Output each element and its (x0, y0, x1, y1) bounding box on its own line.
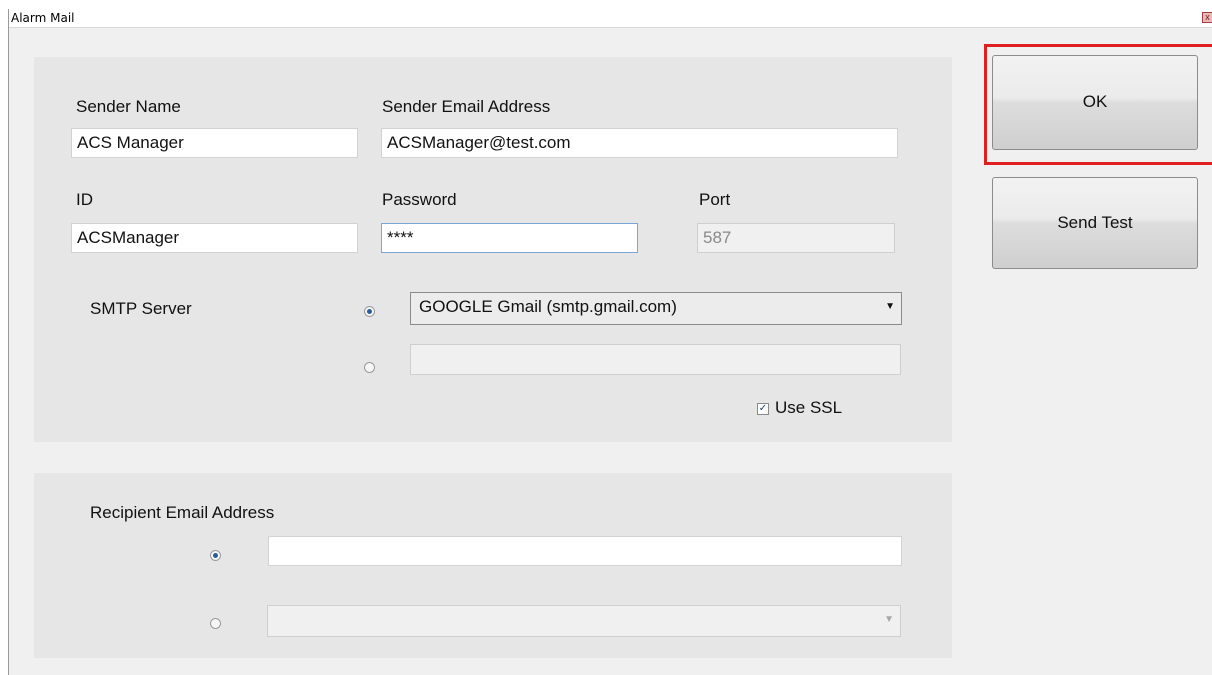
port-label: Port (699, 190, 731, 209)
recipient-email-field[interactable] (268, 536, 902, 566)
use-ssl-label: Use SSL (775, 398, 843, 417)
send-test-button[interactable]: Send Test (992, 177, 1198, 269)
smtp-server-dropdown[interactable]: GOOGLE Gmail (smtp.gmail.com) ▼ (410, 292, 902, 325)
recipient-panel: Recipient Email Address ▼ (34, 473, 952, 658)
sender-name-field[interactable]: ACS Manager (71, 128, 358, 158)
chevron-down-icon: ▼ (884, 614, 894, 625)
use-ssl-checkbox[interactable]: ✓ (757, 403, 769, 415)
sender-settings-panel: Sender Name ACS Manager Sender Email Add… (34, 57, 952, 442)
smtp-server-value: GOOGLE Gmail (smtp.gmail.com) (419, 297, 677, 316)
smtp-custom-field[interactable] (410, 344, 901, 375)
id-field[interactable]: ACSManager (71, 223, 358, 253)
sender-email-field[interactable]: ACSManager@test.com (381, 128, 898, 158)
close-icon[interactable]: x (1202, 12, 1212, 23)
password-label: Password (382, 190, 457, 209)
sender-email-label: Sender Email Address (382, 97, 551, 116)
ok-button[interactable]: OK (992, 55, 1198, 150)
alarm-mail-window: Alarm Mail x Sender Name ACS Manager Sen… (8, 9, 1212, 675)
smtp-custom-radio[interactable] (364, 362, 375, 373)
recipient-label: Recipient Email Address (90, 503, 275, 522)
sender-name-label: Sender Name (76, 97, 181, 116)
id-label: ID (76, 190, 93, 209)
recipient-list-radio[interactable] (210, 618, 221, 629)
port-field[interactable]: 587 (697, 223, 895, 253)
recipient-manual-radio[interactable] (210, 550, 221, 561)
smtp-server-label: SMTP Server (90, 299, 192, 318)
recipient-list-dropdown[interactable]: ▼ (267, 605, 901, 637)
password-field[interactable]: **** (381, 223, 638, 253)
window-title: Alarm Mail (11, 11, 75, 25)
title-bar: Alarm Mail x (9, 9, 1212, 28)
chevron-down-icon: ▼ (885, 301, 895, 312)
top-strip (0, 0, 1212, 9)
smtp-preset-radio[interactable] (364, 306, 375, 317)
